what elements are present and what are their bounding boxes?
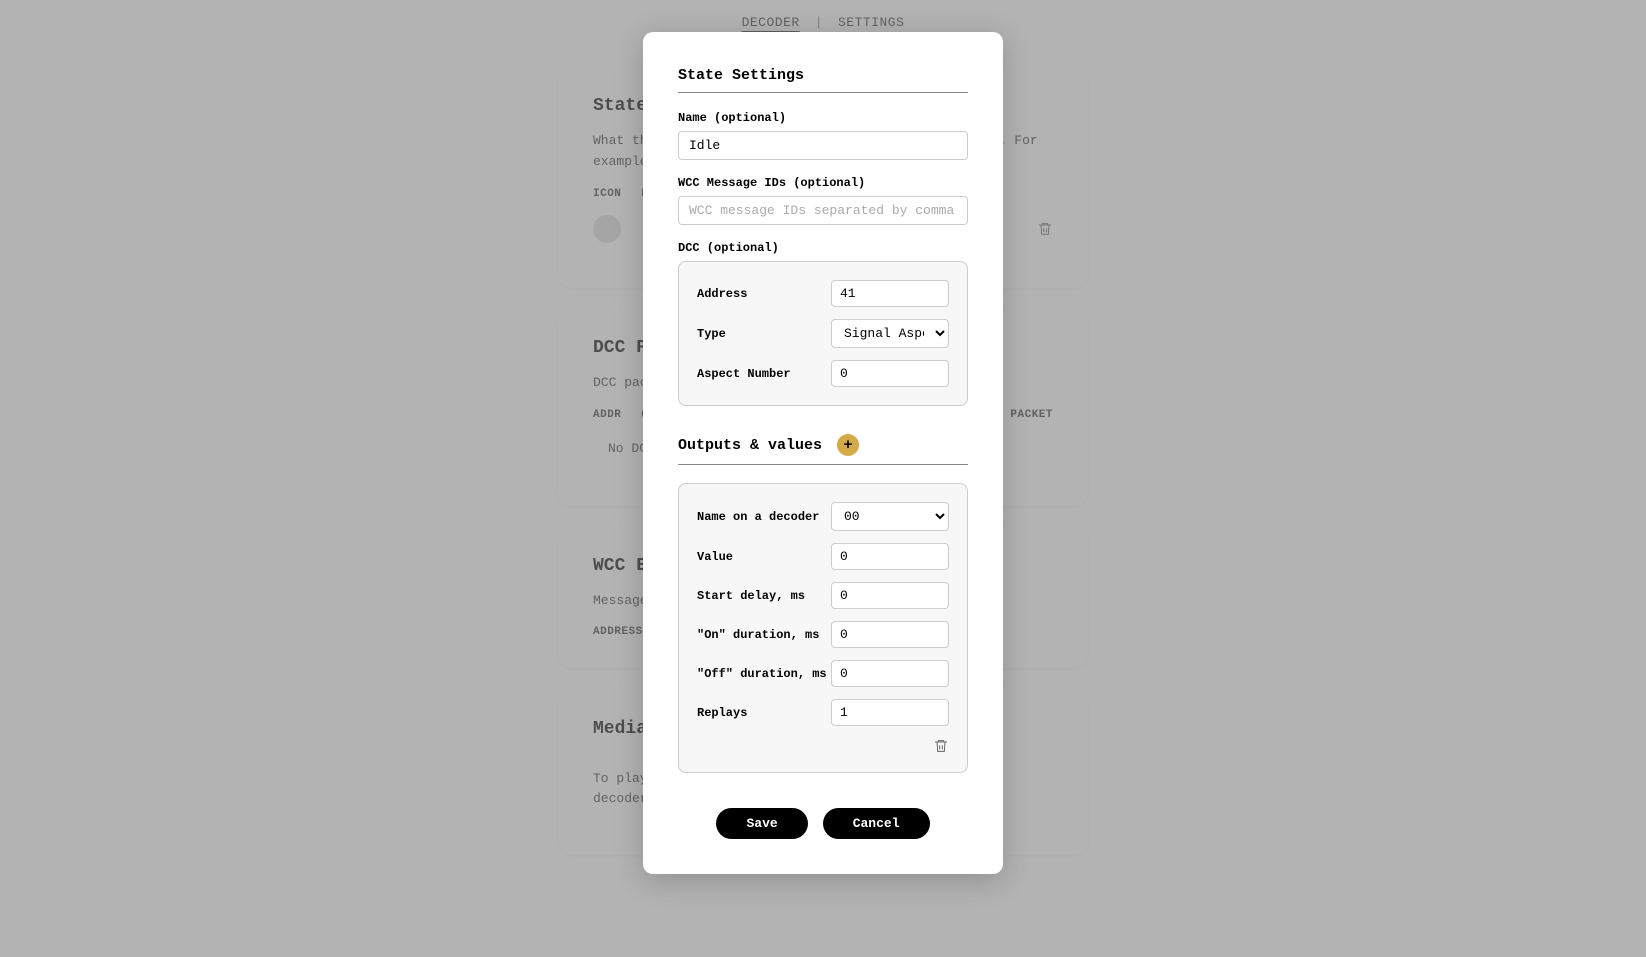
replays-input[interactable] <box>831 699 949 726</box>
modal-buttons: Save Cancel <box>678 808 968 839</box>
off-duration-input[interactable] <box>831 660 949 687</box>
modal-title: State Settings <box>678 67 968 93</box>
outputs-title-text: Outputs & values <box>678 437 822 454</box>
start-delay-label: Start delay, ms <box>697 589 805 603</box>
state-settings-modal: State Settings Name (optional) WCC Messa… <box>643 32 1003 874</box>
on-duration-input[interactable] <box>831 621 949 648</box>
output-name-select[interactable]: 00 <box>831 502 949 531</box>
address-label: Address <box>697 287 747 301</box>
off-duration-label: "Off" duration, ms <box>697 667 827 681</box>
wcc-input[interactable] <box>678 196 968 225</box>
replays-label: Replays <box>697 706 747 720</box>
outputs-panel: Name on a decoder 00 Value Start delay, … <box>678 483 968 773</box>
address-input[interactable] <box>831 280 949 307</box>
aspect-label: Aspect Number <box>697 367 791 381</box>
wcc-label: WCC Message IDs (optional) <box>678 176 968 190</box>
trash-icon[interactable] <box>933 738 949 754</box>
outputs-section-title: Outputs & values + <box>678 434 968 465</box>
start-delay-input[interactable] <box>831 582 949 609</box>
save-button[interactable]: Save <box>716 808 807 839</box>
dcc-group: DCC (optional) Address Type Signal Aspec… <box>678 241 968 406</box>
output-name-label: Name on a decoder <box>697 510 819 524</box>
aspect-input[interactable] <box>831 360 949 387</box>
wcc-group: WCC Message IDs (optional) <box>678 176 968 225</box>
type-select[interactable]: Signal Aspect <box>831 319 949 348</box>
name-input[interactable] <box>678 131 968 160</box>
dcc-label: DCC (optional) <box>678 241 968 255</box>
name-group: Name (optional) <box>678 111 968 160</box>
cancel-button[interactable]: Cancel <box>823 808 930 839</box>
add-output-button[interactable]: + <box>837 434 859 456</box>
on-duration-label: "On" duration, ms <box>697 628 819 642</box>
type-label: Type <box>697 327 726 341</box>
value-input[interactable] <box>831 543 949 570</box>
value-label: Value <box>697 550 733 564</box>
dcc-panel: Address Type Signal Aspect Aspect Number <box>678 261 968 406</box>
name-label: Name (optional) <box>678 111 968 125</box>
